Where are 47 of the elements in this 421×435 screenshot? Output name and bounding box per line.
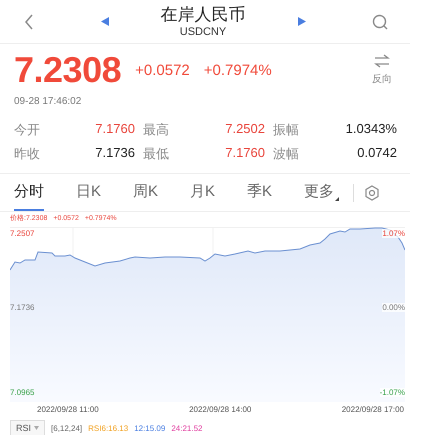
period-tab[interactable]: 周K bbox=[133, 174, 158, 210]
axis-label: -1.07% bbox=[380, 388, 405, 397]
symbol-label: USDCNY bbox=[180, 24, 226, 38]
stat-label: 振幅 bbox=[273, 121, 300, 139]
time-label: 2022/09/28 14:00 bbox=[189, 405, 252, 414]
axis-label: 7.0965 bbox=[10, 388, 34, 397]
period-tab[interactable]: 日K bbox=[76, 174, 102, 210]
stat-label: 最高 bbox=[143, 121, 170, 139]
time-label: 2022/09/28 17:00 bbox=[342, 405, 404, 414]
stat-value: 0.0742 bbox=[356, 145, 397, 162]
axis-label: 7.1736 bbox=[10, 303, 34, 312]
reverse-button[interactable]: 反向 bbox=[372, 72, 392, 86]
more-tab[interactable]: 更多 bbox=[304, 174, 340, 210]
dropdown-icon bbox=[34, 426, 40, 430]
next-icon[interactable] bbox=[298, 17, 306, 26]
stat-value: 7.1760 bbox=[224, 145, 265, 162]
back-icon[interactable] bbox=[24, 14, 34, 30]
stat-value: 7.1760 bbox=[94, 121, 135, 138]
settings-icon[interactable] bbox=[364, 184, 380, 200]
stat-value: 1.0343% bbox=[344, 121, 397, 138]
swap-icon[interactable] bbox=[374, 54, 390, 68]
stat-label: 昨收 bbox=[14, 145, 41, 163]
stat-value: 7.2502 bbox=[224, 121, 265, 138]
axis-label: 7.2507 bbox=[10, 229, 34, 238]
change-percent: +0.7974% bbox=[204, 62, 272, 78]
page-title: 在岸人民币 bbox=[160, 4, 246, 24]
period-tab[interactable]: 月K bbox=[190, 174, 216, 210]
change-value: +0.0572 bbox=[135, 62, 190, 78]
indicator-value: 24:21.52 bbox=[171, 424, 202, 432]
caret-icon bbox=[335, 196, 340, 200]
stat-value: 7.1736 bbox=[94, 145, 135, 162]
time-label: 2022/09/28 11:00 bbox=[37, 405, 99, 414]
indicator-value: 12:15.09 bbox=[134, 424, 166, 432]
stat-label: 最低 bbox=[143, 145, 170, 163]
previous-icon[interactable] bbox=[100, 17, 108, 26]
period-tab[interactable]: 分时 bbox=[14, 174, 44, 210]
indicator-params: [6,12,24] bbox=[51, 424, 82, 432]
search-icon[interactable] bbox=[372, 14, 388, 30]
indicator-value: RSI6:16.13 bbox=[88, 424, 128, 432]
stat-label: 波幅 bbox=[273, 145, 300, 163]
period-tab[interactable]: 季K bbox=[247, 174, 272, 210]
axis-label: 1.07% bbox=[382, 229, 405, 238]
quote-time: 09-28 17:46:02 bbox=[14, 96, 82, 107]
stat-label: 今开 bbox=[14, 121, 41, 139]
axis-label: 0.00% bbox=[382, 303, 405, 312]
indicator-select[interactable]: RSI bbox=[10, 420, 46, 435]
price-value: 7.2308 bbox=[14, 50, 122, 90]
